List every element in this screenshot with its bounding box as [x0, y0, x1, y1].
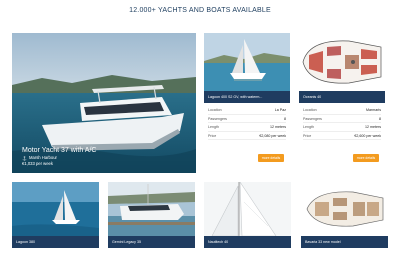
- spec-value: €2,080 per week: [259, 133, 286, 138]
- yacht-card-oceanis-40[interactable]: Oceanis 40 Location Marmaris Passengers 8 …: [299, 33, 385, 173]
- featured-info: Motor Yacht 37 with A/C Marsh Harbour €1…: [22, 146, 96, 167]
- spec-value: 12 meters: [270, 125, 286, 129]
- spec-label: Passengers: [303, 116, 322, 121]
- spec-row: Price €2,600 per week: [303, 132, 381, 140]
- more-details-button[interactable]: more details: [353, 154, 379, 162]
- yacht-card-nautitech-40[interactable]: Nautitech 40: [204, 182, 291, 248]
- yacht-name: Lagoon 380: [12, 236, 99, 248]
- spec-value: 8: [284, 116, 286, 121]
- yacht-card-lagoon-400[interactable]: Lagoon 400 S2 GV, with waterm... Locatio…: [204, 33, 290, 173]
- spec-row: Length 12 meters: [303, 123, 381, 132]
- catamaran-photo: [204, 33, 290, 91]
- spec-label: Length: [303, 125, 314, 129]
- spec-table: Location Marmaris Passengers 8 Length 12 me…: [303, 106, 381, 140]
- deck-layout-plan: [299, 33, 385, 91]
- spec-row: Length 12 meters: [208, 123, 286, 132]
- spec-label: Location: [303, 108, 317, 112]
- spec-row: Location Marmaris: [303, 106, 381, 115]
- yacht-name: Bavaria 33 new model: [301, 236, 388, 248]
- sailing-catamaran-photo: [12, 182, 99, 236]
- spec-value: €2,600 per week: [354, 133, 381, 138]
- featured-price: €1,033 per week: [22, 161, 53, 166]
- spec-row: Passengers 8: [208, 115, 286, 123]
- yacht-card-lagoon-380[interactable]: Lagoon 380: [12, 182, 99, 248]
- spec-row: Location La Paz: [208, 106, 286, 115]
- spec-label: Location: [208, 108, 222, 112]
- spec-value: 12 meters: [365, 125, 381, 129]
- deck-layout-plan: [301, 182, 388, 236]
- marina-catamaran-photo: [108, 182, 195, 236]
- spec-value: La Paz: [274, 108, 286, 112]
- yacht-name: Nautitech 40: [204, 236, 291, 248]
- spec-label: Passengers: [208, 116, 227, 121]
- spec-label: Length: [208, 125, 219, 129]
- featured-title: Motor Yacht 37 with A/C: [22, 147, 97, 154]
- spec-label: Price: [303, 133, 312, 138]
- featured-yacht-card[interactable]: Motor Yacht 37 with A/C Marsh Harbour €1…: [12, 33, 196, 173]
- spec-value: 8: [379, 116, 381, 121]
- yacht-name: Oceanis 40: [299, 91, 385, 103]
- page-title: 12.000+ YACHTS AND BOATS AVAILABLE: [129, 7, 271, 14]
- more-details-button[interactable]: more details: [258, 154, 284, 162]
- sails-photo: [204, 182, 291, 236]
- spec-row: Passengers 8: [303, 115, 381, 123]
- spec-table: Location La Paz Passengers 8 Length 12 mete…: [208, 106, 286, 140]
- spec-label: Price: [208, 133, 217, 138]
- yacht-card-gemini-legacy-35[interactable]: Gemini Legacy 35: [108, 182, 195, 248]
- anchor-icon: [22, 155, 27, 160]
- spec-value: Marmaris: [366, 108, 381, 112]
- yacht-card-bavaria-33[interactable]: Bavaria 33 new model: [301, 182, 388, 248]
- yacht-name: Gemini Legacy 35: [108, 236, 195, 248]
- spec-row: Price €2,080 per week: [208, 132, 286, 140]
- yacht-name: Lagoon 400 S2 GV, with waterm...: [204, 91, 290, 103]
